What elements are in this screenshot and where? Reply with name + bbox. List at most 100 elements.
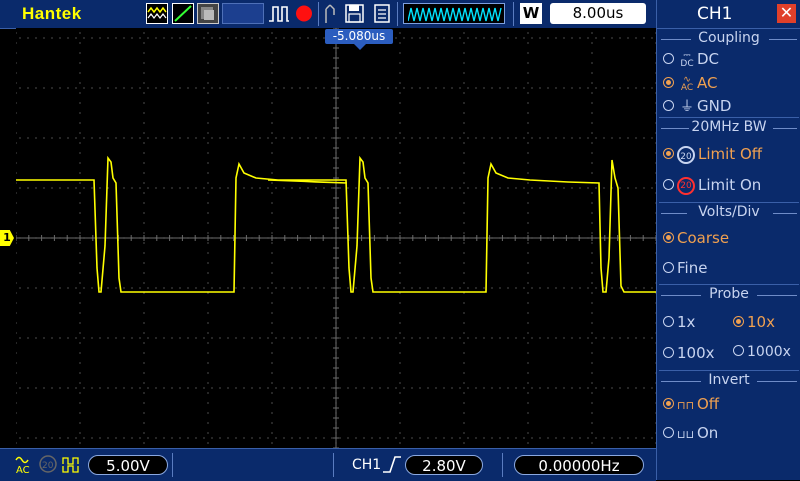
radio-icon — [663, 148, 674, 159]
pulse-icon[interactable] — [268, 3, 290, 24]
invert-off-option[interactable]: ⊓⊓ Off — [663, 395, 719, 413]
record-icon[interactable] — [294, 3, 314, 24]
invert-off-icon: ⊓⊓ — [677, 399, 695, 412]
section-rule — [757, 381, 797, 382]
radio-icon — [663, 316, 674, 327]
bw-limit-icon: 20 — [38, 454, 58, 474]
brand-logo: Hantek — [22, 4, 82, 23]
coupling-gnd-option[interactable]: ⏚ GND — [663, 96, 731, 116]
radio-icon — [733, 345, 744, 356]
bw-section-title: 20MHz BW — [691, 119, 767, 135]
section-rule — [769, 39, 797, 40]
close-icon[interactable]: ✕ — [777, 4, 796, 23]
option-label: 1000x — [747, 344, 791, 360]
option-label: AC — [697, 74, 718, 92]
probe-icon[interactable] — [322, 3, 340, 24]
radio-icon — [663, 427, 674, 438]
top-toolbar: Hantek W 8.00us — [0, 0, 656, 29]
option-label: Coarse — [677, 229, 730, 247]
toolbar-divider — [397, 2, 398, 26]
coupling-ac-option[interactable]: ∿ AC AC — [663, 74, 717, 92]
ch1-ground-marker[interactable]: 1 — [0, 230, 14, 246]
ac-coupling-icon: AC — [14, 453, 34, 476]
radio-icon — [733, 316, 744, 327]
section-divider — [659, 202, 799, 203]
radio-icon — [663, 53, 674, 64]
option-label: 100x — [677, 344, 715, 362]
option-label: 1x — [677, 313, 696, 331]
section-rule — [773, 213, 797, 214]
bottombar-divider — [502, 453, 503, 477]
section-divider — [659, 370, 799, 371]
ramp-icon[interactable] — [172, 3, 194, 24]
bottombar-divider — [333, 453, 334, 477]
frequency-value: 0.00000Hz — [514, 455, 644, 475]
toolbar-divider — [318, 2, 319, 26]
section-rule — [757, 295, 797, 296]
option-label: DC — [697, 50, 720, 68]
radio-icon — [663, 262, 674, 273]
channel-settings-panel: CH1 ✕ Coupling ⎓ DC DC ∿ AC AC ⏚ GND 20MHz BW… — [656, 0, 800, 480]
coupling-dc-option[interactable]: ⎓ DC DC — [663, 50, 719, 68]
section-rule — [773, 128, 797, 129]
timebase-indicator[interactable] — [403, 3, 505, 24]
ground-icon: ⏚ — [680, 99, 694, 115]
probe-1000x-option[interactable]: 1000x — [733, 344, 791, 360]
volts-section-title: Volts/Div — [698, 204, 760, 220]
bw-20mhz-icon: 20 — [677, 145, 695, 164]
section-divider — [659, 284, 799, 285]
probe-100x-option[interactable]: 100x — [663, 344, 715, 362]
bottombar-divider — [172, 453, 173, 477]
svg-text:AC: AC — [16, 465, 30, 475]
rising-edge-icon[interactable] — [382, 455, 402, 475]
bw-limit-off-option[interactable]: 20 Limit Off — [663, 145, 762, 164]
option-label: Off — [697, 395, 720, 413]
bottom-status-bar: AC 20 5.00V CH1 2.80V 0.00000Hz — [0, 448, 656, 481]
option-label: 10x — [747, 313, 775, 331]
radio-icon — [663, 232, 674, 243]
fft-wave-icon[interactable] — [146, 3, 168, 24]
volts-fine-option[interactable]: Fine — [663, 259, 707, 277]
section-divider — [659, 117, 799, 118]
radio-icon — [663, 347, 674, 358]
save-icon[interactable] — [344, 3, 366, 24]
persist-icon[interactable] — [197, 3, 219, 24]
option-label: GND — [697, 97, 732, 115]
dc-coupling-icon: ⎓ DC — [680, 50, 694, 69]
radio-icon — [663, 100, 674, 111]
probe-10x-option[interactable]: 10x — [733, 313, 775, 331]
svg-text:20: 20 — [42, 461, 54, 471]
option-label: Limit Off — [698, 145, 763, 163]
timebase-mode-label[interactable]: W — [520, 3, 542, 24]
scope-screen[interactable] — [16, 28, 671, 448]
invert-icon — [62, 456, 82, 474]
invert-on-icon: ⊔⊔ — [677, 428, 695, 441]
invert-on-option[interactable]: ⊔⊔ On — [663, 424, 718, 442]
probe-section-title: Probe — [709, 286, 749, 302]
ac-coupling-icon: ∿ AC — [680, 74, 694, 93]
panel-title: CH1 — [697, 4, 733, 24]
probe-1x-option[interactable]: 1x — [663, 313, 695, 331]
timebase-value[interactable]: 8.00us — [550, 3, 646, 24]
bw-limit-on-option[interactable]: 20 Limit On — [663, 176, 761, 195]
option-label: Limit On — [698, 176, 762, 194]
menu-icon[interactable] — [371, 3, 393, 24]
volts-per-div-value[interactable]: 5.00V — [88, 455, 168, 475]
invert-section-title: Invert — [708, 372, 750, 388]
ch1-waveform — [16, 155, 656, 293]
radio-icon — [663, 398, 674, 409]
bw-20mhz-limit-icon: 20 — [677, 176, 695, 195]
toolbar-divider — [513, 2, 514, 26]
trigger-position-label[interactable]: -5.080us — [325, 29, 393, 44]
radio-icon — [663, 179, 674, 190]
trigger-level-value[interactable]: 2.80V — [405, 455, 483, 475]
trigger-source-label[interactable]: CH1 — [352, 457, 381, 473]
radio-icon — [663, 77, 674, 88]
panel-header: CH1 ✕ — [657, 0, 800, 29]
volts-coarse-option[interactable]: Coarse — [663, 229, 729, 247]
status-box — [222, 3, 264, 24]
coupling-section-title: Coupling — [698, 30, 760, 46]
trigger-position-marker — [354, 44, 366, 50]
ch1-trace — [16, 155, 656, 293]
option-label: On — [697, 424, 719, 442]
